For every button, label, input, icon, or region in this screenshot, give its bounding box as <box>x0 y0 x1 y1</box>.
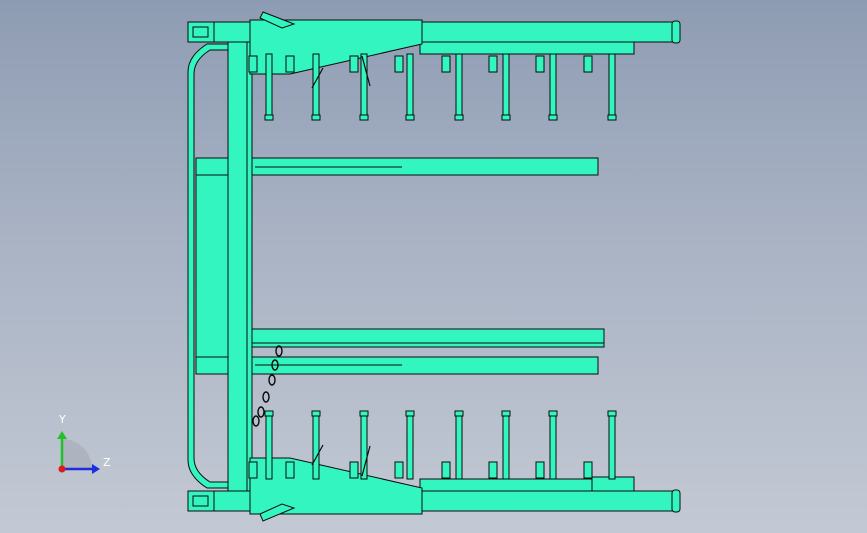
cad-viewport[interactable]: Y Z <box>0 0 867 533</box>
tine-bracket <box>441 461 451 479</box>
tine <box>608 53 616 118</box>
tine-tip <box>264 114 274 121</box>
tine-bracket <box>535 461 545 479</box>
tine-tip <box>607 410 617 417</box>
tine-bracket <box>248 55 258 73</box>
tine-tip <box>501 114 511 121</box>
tine-tip <box>454 410 464 417</box>
top-end-cap-inner <box>192 26 209 38</box>
tine-bracket <box>488 55 498 73</box>
tine-tip <box>359 114 369 121</box>
middle-arm-rail <box>251 342 605 348</box>
tine-bracket <box>248 461 258 479</box>
tine-bracket <box>488 461 498 479</box>
main-beam-outer <box>227 37 249 507</box>
middle-arm <box>251 328 605 344</box>
view-triad <box>57 431 100 474</box>
tine <box>455 415 463 480</box>
center-block <box>195 174 229 358</box>
top-sub-rail <box>419 41 635 55</box>
tine <box>502 415 510 480</box>
tine-tip <box>264 410 274 417</box>
tine <box>406 53 414 118</box>
triad-z-arrow <box>92 464 100 474</box>
tine-tip <box>311 410 321 417</box>
tine-tip <box>311 114 321 121</box>
tine-bracket <box>285 461 295 479</box>
tine <box>549 415 557 480</box>
tine <box>549 53 557 118</box>
tine <box>265 415 273 480</box>
triad-y-label: Y <box>59 413 66 426</box>
tine-bracket <box>583 55 593 73</box>
tine-bracket <box>394 55 404 73</box>
tine-tip <box>607 114 617 121</box>
tine <box>265 53 273 118</box>
tine <box>406 415 414 480</box>
upper-arm-backplate <box>195 157 229 176</box>
tine-bracket <box>441 55 451 73</box>
tine <box>502 53 510 118</box>
tine-tip <box>454 114 464 121</box>
tine-bracket <box>394 461 404 479</box>
tine-tip <box>548 114 558 121</box>
tine-bracket <box>535 55 545 73</box>
tine-bracket <box>583 461 593 479</box>
tine <box>608 415 616 480</box>
triad-y-arrow <box>57 431 67 439</box>
triad-quadrant-shade <box>62 439 92 469</box>
frame-assembly-model[interactable] <box>0 0 867 533</box>
tine-bracket <box>349 55 359 73</box>
lower-arm-backplate <box>195 356 229 375</box>
triad-z-label: Z <box>103 456 111 469</box>
tine <box>455 53 463 118</box>
tine-tip <box>359 410 369 417</box>
tine-bracket <box>285 55 295 73</box>
tine-tip <box>405 410 415 417</box>
triad-x-origin <box>58 465 66 473</box>
bottom-end-cap-inner <box>192 495 209 507</box>
tine <box>312 415 320 480</box>
bottom-rail-endcap <box>671 489 681 513</box>
main-beam-inner <box>246 39 253 505</box>
top-rail-endcap <box>671 20 681 44</box>
tine-tip <box>405 114 415 121</box>
tine-bracket <box>349 461 359 479</box>
tine-tip <box>548 410 558 417</box>
tine-tip <box>501 410 511 417</box>
